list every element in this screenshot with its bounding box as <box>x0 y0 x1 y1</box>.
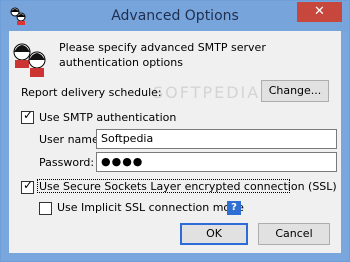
watermark: SOFTPEDIA <box>153 83 261 102</box>
title-bar[interactable]: Advanced Options ✕ <box>1 1 349 31</box>
cancel-button[interactable]: Cancel <box>258 223 330 245</box>
ok-button[interactable]: OK <box>180 223 248 245</box>
implicit-ssl-checkbox[interactable] <box>39 202 52 215</box>
users-icon <box>13 43 46 77</box>
ssl-checkbox[interactable]: ✓ <box>21 178 34 194</box>
change-schedule-button[interactable]: Change... <box>261 80 329 102</box>
header-description: Please specify advanced SMTP server auth… <box>59 41 266 69</box>
username-field[interactable]: Softpedia <box>96 129 337 149</box>
smtp-auth-checkbox[interactable]: ✓ <box>21 108 34 124</box>
password-field[interactable]: ●●●● <box>96 152 337 172</box>
password-label: Password: <box>39 156 95 169</box>
check-icon: ✓ <box>23 178 34 192</box>
dialog-body: Please specify advanced SMTP server auth… <box>9 31 341 253</box>
ssl-label[interactable]: Use Secure Sockets Layer encrypted conne… <box>39 180 337 193</box>
advanced-options-dialog: Advanced Options ✕ Please specify advanc… <box>0 0 350 262</box>
smtp-auth-label[interactable]: Use SMTP authentication <box>39 111 176 124</box>
check-icon: ✓ <box>23 108 34 122</box>
implicit-ssl-label[interactable]: Use Implicit SSL connection mode <box>57 201 244 214</box>
help-icon[interactable]: ? <box>227 201 241 215</box>
close-button[interactable]: ✕ <box>297 2 342 22</box>
username-label: User name: <box>39 133 103 146</box>
schedule-label: Report delivery schedule: <box>21 86 162 99</box>
